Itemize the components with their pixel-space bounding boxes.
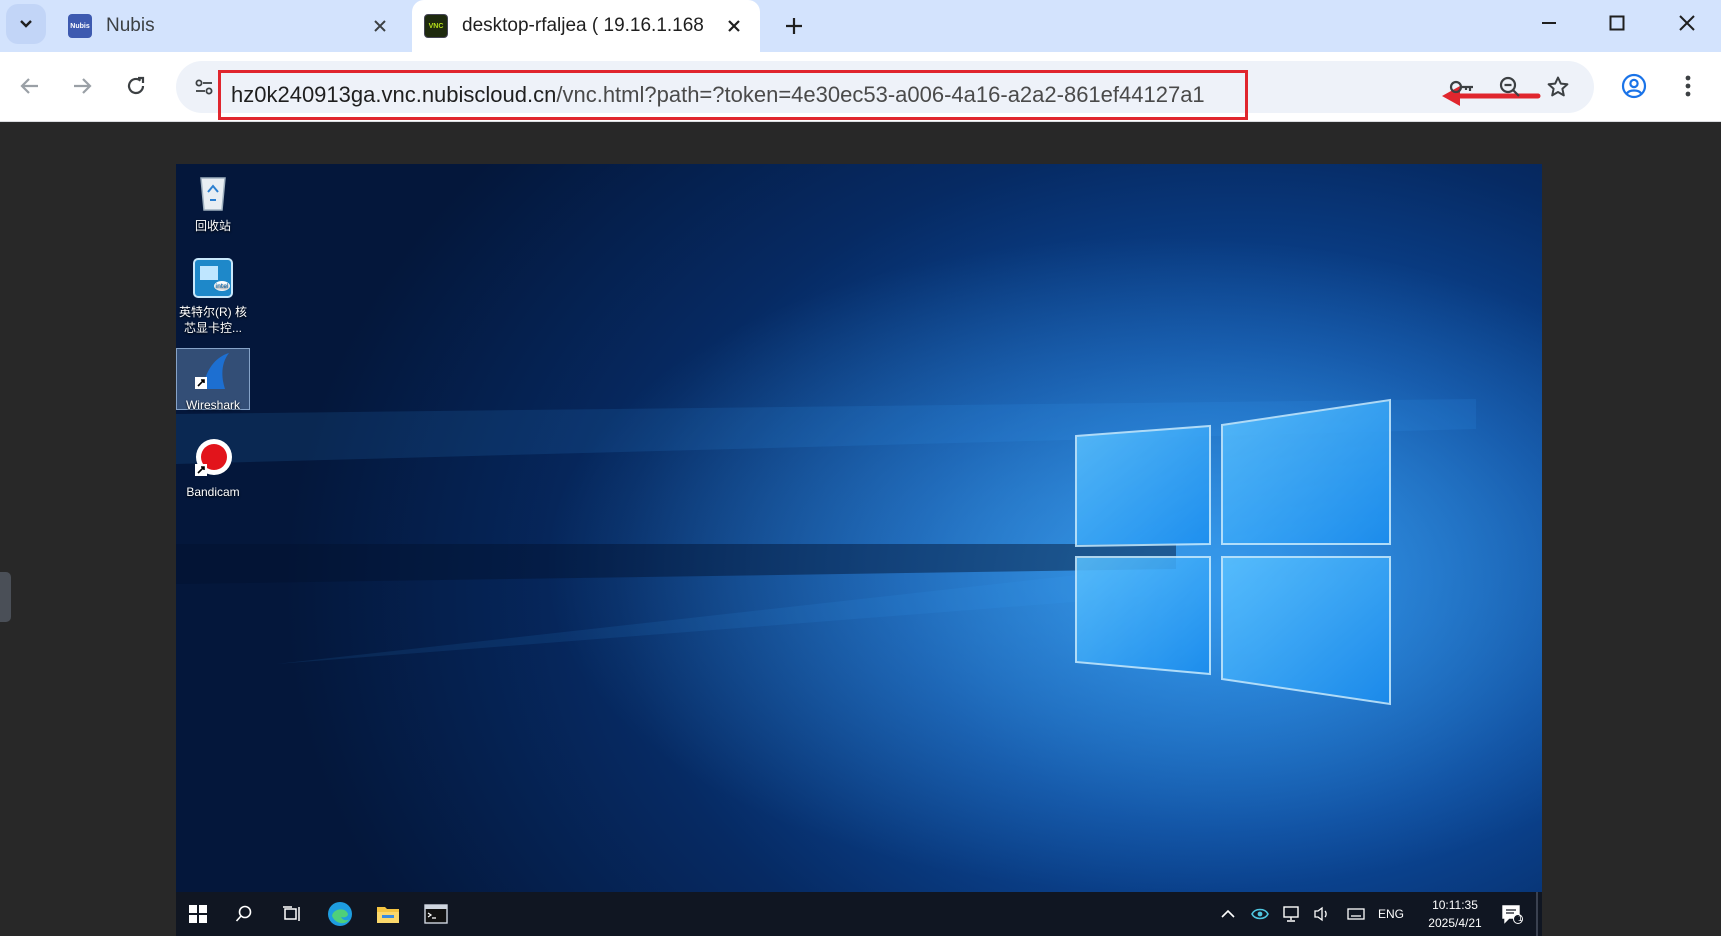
notification-count: 1 bbox=[1518, 914, 1523, 923]
desktop-icon-recycle-bin[interactable]: 回收站 bbox=[176, 170, 250, 238]
arrow-right-icon bbox=[74, 78, 92, 94]
shield-eye-icon bbox=[1251, 908, 1269, 920]
volume-button[interactable] bbox=[1306, 898, 1338, 930]
desktop-icon-intel-graphics[interactable]: intel 英特尔(R) 核芯显卡控... bbox=[176, 256, 250, 335]
url-highlight-box[interactable]: hz0k240913ga.vnc.nubiscloud.cn/vnc.html?… bbox=[218, 70, 1248, 120]
close-icon bbox=[1679, 15, 1695, 31]
windows-wallpaper bbox=[176, 164, 1542, 892]
input-indicator-button[interactable] bbox=[1340, 898, 1372, 930]
task-view-button[interactable] bbox=[276, 898, 308, 930]
desktop-icon-label: 英特尔(R) 核芯显卡控... bbox=[179, 305, 247, 335]
recycle-bin-icon bbox=[191, 170, 235, 214]
desktop-icon-label: Wireshark bbox=[185, 398, 240, 412]
minimize-icon bbox=[1542, 22, 1556, 24]
tab-title: desktop-rfaljea ( 19.16.1.168 bbox=[462, 15, 704, 36]
tab-vnc-desktop[interactable]: VNC desktop-rfaljea ( 19.16.1.168 bbox=[412, 0, 760, 52]
maximize-icon bbox=[1609, 15, 1625, 31]
close-window-button[interactable] bbox=[1660, 0, 1714, 46]
password-key-button[interactable] bbox=[1444, 69, 1480, 105]
action-center-button[interactable]: 1 bbox=[1496, 898, 1528, 930]
svg-text:intel: intel bbox=[215, 283, 229, 290]
network-icon bbox=[1283, 906, 1299, 922]
tab-title: Nubis bbox=[106, 15, 155, 36]
reload-icon bbox=[127, 76, 145, 95]
desktop-icon-label: Bandicam bbox=[186, 485, 240, 499]
start-button[interactable] bbox=[182, 898, 214, 930]
star-icon bbox=[1547, 76, 1569, 97]
folder-icon bbox=[377, 907, 399, 923]
close-icon bbox=[374, 20, 386, 32]
url-host: hz0k240913ga.vnc.nubiscloud.cn bbox=[231, 82, 557, 107]
minimize-button[interactable] bbox=[1522, 0, 1576, 46]
close-tab-button[interactable] bbox=[366, 12, 394, 40]
vnc-favicon-icon: VNC bbox=[424, 14, 448, 38]
taskbar-clock[interactable]: 10:11:35 2025/4/21 bbox=[1422, 896, 1488, 932]
url-path: /vnc.html?path=?token=4e30ec53-a006-4a16… bbox=[556, 82, 1205, 107]
wireshark-icon bbox=[191, 349, 235, 393]
terminal-icon bbox=[424, 904, 448, 924]
tab-strip: Nubis Nubis VNC desktop-rfaljea ( 19.16.… bbox=[0, 0, 1721, 52]
address-bar[interactable]: hz0k240913ga.vnc.nubiscloud.cn/vnc.html?… bbox=[176, 61, 1594, 120]
profile-button[interactable] bbox=[1614, 66, 1654, 106]
plus-icon bbox=[786, 18, 802, 34]
browser-toolbar: hz0k240913ga.vnc.nubiscloud.cn/vnc.html?… bbox=[0, 52, 1721, 122]
task-view-icon bbox=[283, 906, 300, 921]
language-indicator[interactable]: ENG bbox=[1378, 907, 1404, 921]
remote-desktop[interactable]: 回收站 intel 英特尔(R) 核芯显卡控... Wireshark Band… bbox=[176, 164, 1542, 936]
speaker-icon bbox=[1314, 906, 1327, 922]
vnc-control-bar-handle[interactable] bbox=[0, 572, 11, 622]
desktop-icon-label: 回收站 bbox=[194, 219, 231, 233]
desktop-icon-bandicam[interactable]: Bandicam bbox=[176, 436, 250, 499]
show-hidden-icons-button[interactable] bbox=[1212, 898, 1244, 930]
zoom-out-icon bbox=[1499, 76, 1520, 97]
tab-search-button[interactable] bbox=[6, 4, 46, 44]
taskbar-terminal-button[interactable] bbox=[420, 898, 452, 930]
chevron-down-icon bbox=[20, 20, 32, 28]
account-circle-icon bbox=[1621, 73, 1647, 99]
arrow-left-icon bbox=[20, 78, 38, 94]
clock-time: 10:11:35 bbox=[1432, 898, 1478, 912]
nubis-favicon-icon: Nubis bbox=[68, 14, 92, 38]
taskbar-file-explorer-button[interactable] bbox=[372, 898, 404, 930]
menu-button[interactable] bbox=[1668, 66, 1708, 106]
show-desktop-divider[interactable] bbox=[1536, 892, 1538, 936]
tune-icon bbox=[195, 79, 213, 95]
tray-app-button[interactable] bbox=[1244, 898, 1276, 930]
windows-logo-icon bbox=[189, 905, 207, 923]
back-button[interactable] bbox=[10, 66, 50, 106]
tab-nubis[interactable]: Nubis Nubis bbox=[56, 0, 406, 52]
network-button[interactable] bbox=[1276, 898, 1308, 930]
clock-date: 2025/4/21 bbox=[1428, 916, 1482, 930]
zoom-button[interactable] bbox=[1492, 69, 1528, 105]
bookmark-button[interactable] bbox=[1540, 69, 1576, 105]
reload-button[interactable] bbox=[116, 66, 156, 106]
bandicam-icon bbox=[191, 436, 235, 480]
chevron-up-icon bbox=[1221, 909, 1235, 918]
windows-taskbar: ENG 10:11:35 2025/4/21 1 bbox=[176, 892, 1542, 936]
close-tab-button[interactable] bbox=[720, 12, 748, 40]
edge-browser-icon bbox=[328, 902, 352, 926]
new-tab-button[interactable] bbox=[776, 8, 812, 44]
key-icon bbox=[1449, 80, 1473, 94]
more-vert-icon bbox=[1685, 75, 1691, 97]
site-info-button[interactable] bbox=[186, 69, 222, 105]
search-icon bbox=[235, 905, 252, 922]
taskbar-edge-button[interactable] bbox=[324, 898, 356, 930]
maximize-button[interactable] bbox=[1590, 0, 1644, 46]
keyboard-icon bbox=[1347, 908, 1365, 920]
close-icon bbox=[728, 20, 740, 32]
desktop-icon-wireshark[interactable]: Wireshark bbox=[176, 348, 250, 412]
intel-graphics-icon: intel bbox=[191, 256, 235, 300]
taskbar-search-button[interactable] bbox=[228, 898, 260, 930]
forward-button[interactable] bbox=[62, 66, 102, 106]
